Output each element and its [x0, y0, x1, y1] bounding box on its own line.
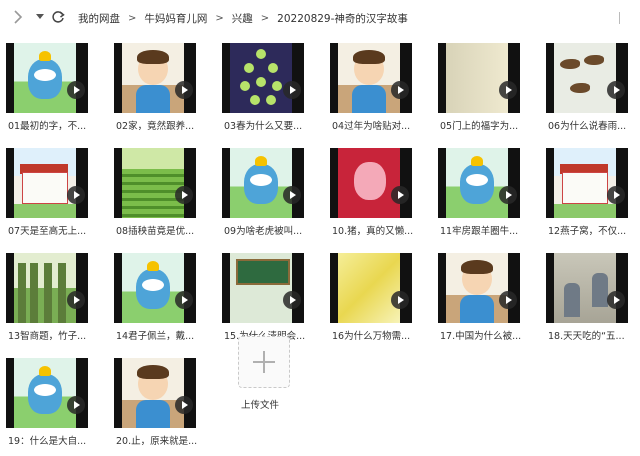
video-title[interactable]: 06为什么说春雨... [548, 118, 632, 132]
plus-icon [253, 351, 275, 373]
video-title[interactable]: 10.猪，真的又懒... [332, 223, 416, 237]
video-thumbnail[interactable] [438, 148, 520, 218]
upload-label: 上传文件 [241, 400, 280, 411]
video-title[interactable]: 13智商题，竹子... [8, 328, 92, 342]
video-title[interactable]: 01最初的字，不... [8, 118, 92, 132]
video-tile[interactable]: 19：什么是大自... [0, 351, 100, 456]
video-thumbnail[interactable] [114, 148, 196, 218]
upload-button[interactable] [238, 336, 290, 388]
breadcrumb-item[interactable]: 我的网盘 [76, 11, 122, 26]
play-icon[interactable] [283, 81, 301, 99]
play-icon[interactable] [607, 186, 625, 204]
divider [619, 12, 634, 24]
video-tile[interactable]: 12燕子窝，不仅... [540, 141, 640, 246]
video-title[interactable]: 17.中国为什么被... [440, 328, 524, 342]
video-tile[interactable]: 11牢房跟羊圈牛... [432, 141, 532, 246]
video-title[interactable]: 16为什么万物需... [332, 328, 416, 342]
video-title[interactable]: 05门上的福字为... [440, 118, 524, 132]
video-title[interactable]: 18.天天吃的“五... [548, 328, 632, 342]
play-icon[interactable] [499, 186, 517, 204]
play-icon[interactable] [607, 81, 625, 99]
breadcrumb-item[interactable]: 20220829-神奇的汉字故事 [275, 11, 410, 26]
video-title[interactable]: 12燕子窝，不仅... [548, 223, 632, 237]
video-title[interactable]: 07天是至高无上... [8, 223, 92, 237]
video-title[interactable]: 14君子佩兰，戴... [116, 328, 200, 342]
video-tile[interactable]: 07天是至高无上... [0, 141, 100, 246]
top-toolbar: 我的网盘 > 牛妈妈育儿网 > 兴趣 >20220829-神奇的汉字故事 [0, 0, 640, 36]
video-tile[interactable]: 04过年为啥贴对... [324, 36, 424, 141]
video-thumbnail[interactable] [546, 148, 628, 218]
breadcrumb-item[interactable]: 兴趣 [230, 11, 255, 26]
video-tile[interactable]: 05门上的福字为... [432, 36, 532, 141]
video-tile[interactable]: 09为啥老虎被叫... [216, 141, 316, 246]
play-icon[interactable] [283, 186, 301, 204]
video-tile[interactable]: 10.猪，真的又懒... [324, 141, 424, 246]
video-thumbnail[interactable] [6, 148, 88, 218]
play-icon[interactable] [391, 186, 409, 204]
play-icon[interactable] [175, 396, 193, 414]
play-icon[interactable] [67, 81, 85, 99]
video-thumbnail[interactable] [114, 358, 196, 428]
file-grid: 01最初的字，不... 02家，竟然跟养... 03春为什么又要... 04过年为啥贴… [0, 36, 640, 447]
play-icon[interactable] [283, 291, 301, 309]
video-tile[interactable]: 08插秧苗竟是优... [108, 141, 208, 246]
refresh-icon[interactable] [50, 9, 66, 25]
video-title[interactable]: 02家，竟然跟养... [116, 118, 200, 132]
video-tile[interactable]: 01最初的字，不... [0, 36, 100, 141]
video-thumbnail[interactable] [222, 43, 304, 113]
breadcrumb-separator: > [215, 12, 224, 24]
video-tile[interactable]: 06为什么说春雨... [540, 36, 640, 141]
play-icon[interactable] [175, 291, 193, 309]
video-thumbnail[interactable] [222, 148, 304, 218]
play-icon[interactable] [607, 291, 625, 309]
video-thumbnail[interactable] [6, 43, 88, 113]
video-title[interactable]: 09为啥老虎被叫... [224, 223, 308, 237]
video-thumbnail[interactable] [114, 43, 196, 113]
video-thumbnail[interactable] [330, 43, 412, 113]
video-title[interactable]: 04过年为啥贴对... [332, 118, 416, 132]
video-thumbnail[interactable] [114, 253, 196, 323]
breadcrumb-item[interactable]: 牛妈妈育儿网 [142, 11, 209, 26]
video-tile[interactable]: 20.止，原来就是... [108, 351, 208, 456]
play-icon[interactable] [499, 291, 517, 309]
video-thumbnail[interactable] [438, 43, 520, 113]
play-icon[interactable] [67, 291, 85, 309]
video-title[interactable]: 08插秧苗竟是优... [116, 223, 200, 237]
video-title[interactable]: 11牢房跟羊圈牛... [440, 223, 524, 237]
video-title[interactable]: 19：什么是大自... [8, 433, 92, 447]
play-icon[interactable] [175, 81, 193, 99]
video-tile[interactable]: 17.中国为什么被... [432, 246, 532, 351]
video-tile[interactable]: 03春为什么又要... [216, 36, 316, 141]
play-icon[interactable] [499, 81, 517, 99]
video-tile[interactable]: 14君子佩兰，戴... [108, 246, 208, 351]
play-icon[interactable] [175, 186, 193, 204]
caret-down-icon[interactable] [32, 9, 48, 25]
video-title[interactable]: 20.止，原来就是... [116, 433, 200, 447]
video-thumbnail[interactable] [330, 253, 412, 323]
video-thumbnail[interactable] [6, 358, 88, 428]
breadcrumb-separator: > [128, 12, 137, 24]
play-icon[interactable] [67, 396, 85, 414]
play-icon[interactable] [391, 81, 409, 99]
play-icon[interactable] [67, 186, 85, 204]
video-tile[interactable]: 18.天天吃的“五... [540, 246, 640, 351]
video-thumbnail[interactable] [438, 253, 520, 323]
breadcrumb: 我的网盘 > 牛妈妈育儿网 > 兴趣 >20220829-神奇的汉字故事 [76, 10, 410, 26]
video-thumbnail[interactable] [546, 43, 628, 113]
video-thumbnail[interactable] [222, 253, 304, 323]
video-tile[interactable]: 13智商题，竹子... [0, 246, 100, 351]
video-thumbnail[interactable] [546, 253, 628, 323]
video-title[interactable]: 03春为什么又要... [224, 118, 308, 132]
video-tile[interactable]: 02家，竟然跟养... [108, 36, 208, 141]
play-icon[interactable] [391, 291, 409, 309]
video-thumbnail[interactable] [330, 148, 412, 218]
video-thumbnail[interactable] [6, 253, 88, 323]
video-tile[interactable]: 16为什么万物需... [324, 246, 424, 351]
chevron-left-icon[interactable] [10, 9, 26, 25]
breadcrumb-separator: > [260, 12, 270, 24]
